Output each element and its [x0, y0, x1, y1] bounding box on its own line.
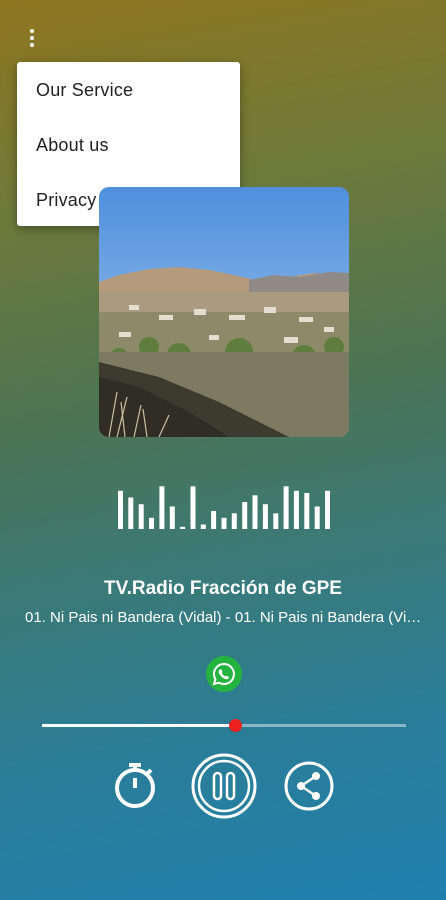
seek-progress — [42, 724, 235, 727]
station-artwork — [99, 187, 349, 437]
whatsapp-icon — [206, 656, 242, 692]
visualizer-bar — [159, 486, 165, 529]
visualizer-bar — [180, 526, 186, 529]
now-playing-title: 01. Ni Pais ni Bandera (Vidal) - 01. Ni … — [25, 609, 422, 626]
visualizer-bar — [221, 517, 227, 529]
visualizer-bar — [169, 506, 175, 529]
audio-visualizer — [118, 486, 330, 529]
visualizer-bar — [252, 495, 258, 529]
visualizer-bar — [242, 502, 248, 529]
share-button[interactable] — [283, 760, 335, 812]
visualizer-bar — [262, 504, 268, 529]
visualizer-bar — [190, 486, 196, 529]
sleep-timer-button[interactable] — [110, 760, 160, 810]
visualizer-bar — [200, 524, 206, 529]
visualizer-bar — [128, 497, 134, 529]
visualizer-bar — [118, 490, 123, 529]
visualizer-bar — [273, 513, 279, 529]
visualizer-bar — [231, 513, 237, 529]
overflow-menu-button[interactable] — [18, 24, 46, 52]
visualizer-bar — [138, 504, 144, 529]
station-name: TV.Radio Fracción de GPE — [104, 578, 342, 599]
visualizer-bar — [304, 493, 310, 529]
visualizer-bar — [283, 486, 289, 529]
menu-item-about-us[interactable]: About us — [36, 135, 109, 156]
visualizer-bar — [325, 490, 330, 529]
pause-icon — [191, 753, 257, 819]
seek-thumb[interactable] — [228, 719, 242, 732]
visualizer-bar — [149, 517, 154, 529]
seek-bar[interactable] — [42, 719, 406, 732]
play-pause-button[interactable] — [190, 752, 258, 820]
share-icon — [284, 761, 334, 811]
more-vert-icon — [30, 29, 34, 33]
whatsapp-button[interactable] — [206, 656, 242, 692]
visualizer-bar — [211, 511, 217, 529]
menu-item-our-service[interactable]: Our Service — [36, 80, 133, 101]
timer-icon — [115, 763, 155, 808]
visualizer-bar — [293, 490, 299, 529]
visualizer-bar — [314, 506, 320, 529]
